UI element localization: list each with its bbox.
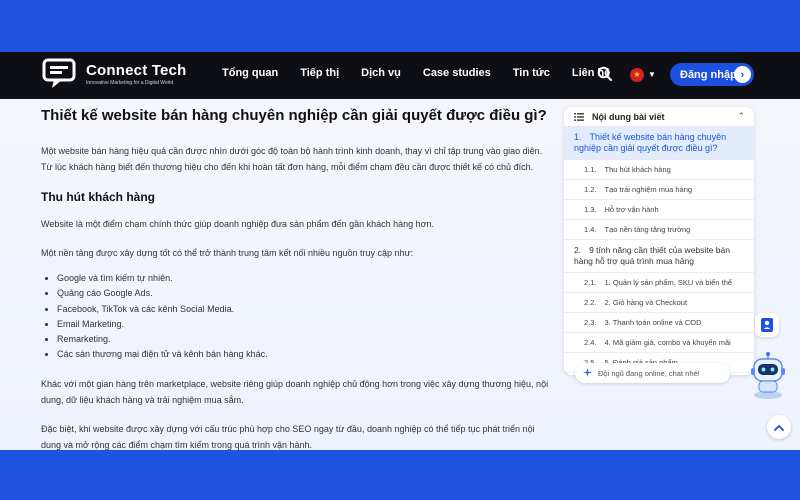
sparkle-icon: [583, 364, 592, 382]
article-body: Thiết kế website bán hàng chuyên nghiệp …: [41, 107, 551, 453]
search-icon[interactable]: [597, 66, 613, 87]
toc-item[interactable]: 2.3. 3. Thanh toán online và COD: [564, 313, 754, 333]
menu-item-overview[interactable]: Tổng quan: [222, 67, 278, 79]
toc-number: 2.: [574, 245, 582, 255]
logo-tagline: Innovative Marketing for a Digital World: [86, 80, 174, 86]
toc-number: 1.2.: [584, 185, 597, 194]
toc-section-1[interactable]: 1. Thiết kế website bán hàng chuyên nghiệ…: [564, 127, 754, 160]
vietnam-flag-icon[interactable]: ★: [630, 68, 644, 82]
chevron-up-icon[interactable]: ⌃: [737, 111, 745, 122]
list-item: Remarketing.: [57, 332, 551, 347]
scroll-top-icon[interactable]: [767, 415, 791, 439]
main-menu: Tổng quan Tiếp thị Dịch vụ Case studies …: [222, 67, 632, 79]
toc-number: 1.4.: [584, 225, 597, 234]
toc-number: 2.4.: [584, 338, 597, 347]
list-icon: [574, 108, 584, 126]
bottom-background-band: [0, 450, 800, 500]
toc-number: 1.1.: [584, 165, 597, 174]
list-item: Google và tìm kiếm tự nhiên.: [57, 271, 551, 286]
menu-item-news[interactable]: Tin tức: [513, 67, 550, 79]
table-of-contents: Nội dung bài viết ⌃ 1. Thiết kế website b…: [564, 107, 754, 375]
list-item: Email Marketing.: [57, 317, 551, 332]
toc-item[interactable]: 2.1. 1. Quản lý sản phẩm, SKU và biến thể: [564, 273, 754, 293]
login-label: Đăng nhập: [680, 68, 737, 81]
article-paragraph: Khác với một gian hàng trên marketplace,…: [41, 378, 549, 405]
article-paragraph: Đặc biệt, khi website được xây dựng với …: [41, 423, 535, 450]
toc-label: Thiết kế website bán hàng chuyên nghiệp …: [574, 132, 727, 153]
menu-item-case-studies[interactable]: Case studies: [423, 67, 491, 79]
toc-label: 3. Thanh toán online và COD: [604, 318, 702, 327]
list-item: Các sàn thương mại điện tử và kênh bán h…: [57, 347, 551, 362]
toc-number: 2.3.: [584, 318, 597, 327]
logo[interactable]: Connect Tech Innovative Marketing for a …: [42, 58, 186, 90]
toc-label: Hỗ trợ vận hành: [604, 205, 659, 214]
toc-item[interactable]: 2.4. 4. Mã giảm giá, combo và khuyến mãi: [564, 333, 754, 353]
chat-prompt[interactable]: Đội ngũ đang online, chat nhé!: [575, 363, 730, 383]
robot-assistant-icon[interactable]: [748, 351, 788, 401]
list-item: Quảng cáo Google Ads.: [57, 286, 551, 301]
article-paragraph: Một nền tảng được xây dựng tốt có thể tr…: [41, 248, 414, 258]
toc-label: Tạo trải nghiệm mua hàng: [604, 185, 693, 194]
toc-number: 2.1.: [584, 278, 597, 287]
article-paragraph: Website là một điểm chạm chính thức giúp…: [41, 219, 435, 229]
chevron-down-icon[interactable]: ▼: [648, 70, 656, 79]
contact-book-icon[interactable]: [755, 313, 779, 337]
toc-label: 4. Mã giảm giá, combo và khuyến mãi: [604, 338, 731, 347]
toc-title: Nội dung bài viết: [592, 111, 665, 122]
list-item: Facebook, TikTok và các kênh Social Medi…: [57, 302, 551, 317]
toc-number: 1.3.: [584, 205, 597, 214]
toc-number: 2.2.: [584, 298, 597, 307]
toc-item[interactable]: 1.1. Thu hút khách hàng: [564, 160, 754, 180]
menu-item-services[interactable]: Dịch vụ: [361, 67, 401, 79]
toc-item[interactable]: 1.3. Hỗ trợ vận hành: [564, 200, 754, 220]
article-intro: Một website bán hàng hiệu quả cần được n…: [41, 146, 543, 172]
toc-item[interactable]: 1.2. Tạo trải nghiệm mua hàng: [564, 180, 754, 200]
login-button[interactable]: Đăng nhập ›: [670, 63, 754, 86]
toc-label: 9 tính năng cần thiết của website bán hà…: [574, 245, 730, 266]
menu-item-marketing[interactable]: Tiếp thị: [300, 67, 339, 79]
toc-item[interactable]: 1.4. Tạo nền tảng tăng trưởng: [564, 220, 754, 240]
article-subheading: Thu hút khách hàng: [41, 190, 155, 204]
toc-label: 2. Giỏ hàng và Checkout: [604, 298, 688, 307]
logo-name: Connect Tech: [86, 62, 187, 79]
logo-chat-icon: [42, 58, 80, 90]
toc-section-2[interactable]: 2. 9 tính năng cần thiết của website bán …: [564, 240, 754, 273]
toc-label: Tạo nền tảng tăng trưởng: [604, 225, 691, 234]
toc-item[interactable]: 2.2. 2. Giỏ hàng và Checkout: [564, 293, 754, 313]
traffic-source-list: Google và tìm kiếm tự nhiên. Quảng cáo G…: [57, 271, 551, 363]
top-background-band: [0, 0, 800, 52]
article-heading: Thiết kế website bán hàng chuyên nghiệp …: [41, 107, 547, 124]
toc-label: Thu hút khách hàng: [604, 165, 671, 174]
toc-header[interactable]: Nội dung bài viết ⌃: [564, 107, 754, 127]
toc-label: 1. Quản lý sản phẩm, SKU và biến thể: [604, 278, 733, 287]
chat-prompt-text: Đội ngũ đang online, chat nhé!: [598, 368, 700, 378]
content-area: Thiết kế website bán hàng chuyên nghiệp …: [0, 99, 800, 450]
arrow-right-icon: ›: [734, 66, 751, 83]
toc-number: 1.: [574, 132, 582, 142]
